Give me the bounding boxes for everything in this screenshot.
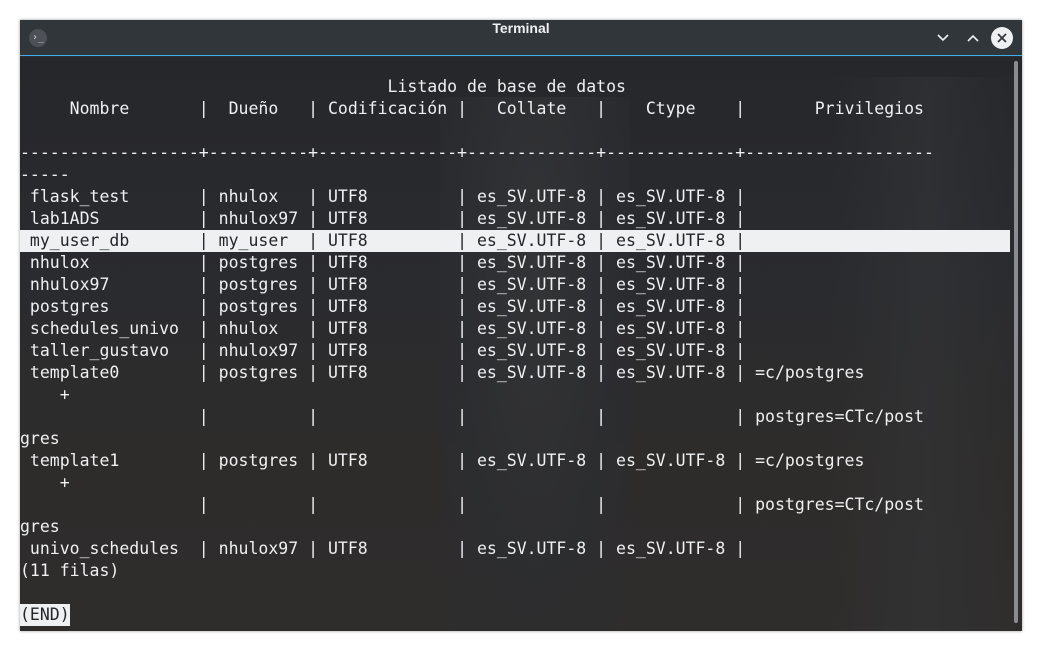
terminal-line: +	[20, 385, 70, 404]
terminal-line-highlighted: my_user_db | my_user | UTF8 | es_SV.UTF-…	[20, 230, 1012, 252]
terminal-line: template0 | postgres | UTF8 | es_SV.UTF-…	[20, 363, 865, 382]
terminal-line: univo_schedules | nhulox97 | UTF8 | es_S…	[20, 539, 746, 558]
pager-end-marker: (END)	[20, 604, 70, 626]
terminal-line: | | | | | postgres=CTc/post	[20, 407, 924, 426]
terminal-line: flask_test | nhulox | UTF8 | es_SV.UTF-8…	[20, 187, 746, 206]
terminal-line: gres	[20, 429, 60, 448]
terminal-line: ------------------+----------+----------…	[20, 143, 934, 162]
terminal-line: Nombre | Dueño | Codificación | Collate …	[20, 99, 924, 118]
terminal-output[interactable]: Listado de base de datos Nombre | Dueño …	[20, 76, 1012, 626]
terminal-line: lab1ADS | nhulox97 | UTF8 | es_SV.UTF-8 …	[20, 209, 746, 228]
maximize-icon[interactable]	[961, 26, 985, 50]
terminal-line: | | | | | postgres=CTc/post	[20, 495, 924, 514]
close-icon[interactable]	[991, 27, 1013, 49]
terminal-line: +	[20, 473, 70, 492]
terminal-line: schedules_univo | nhulox | UTF8 | es_SV.…	[20, 319, 746, 338]
terminal-line: template1 | postgres | UTF8 | es_SV.UTF-…	[20, 451, 865, 470]
title-bar[interactable]: ›_ Terminal	[20, 20, 1022, 56]
minimize-icon[interactable]	[931, 26, 955, 50]
scrollbar[interactable]	[1014, 61, 1018, 623]
terminal-line: Listado de base de datos	[20, 77, 626, 96]
terminal-line: -----	[20, 165, 70, 184]
pager-end-line: (END)	[20, 604, 1012, 626]
terminal-line: (11 filas)	[20, 561, 120, 580]
window-title: Terminal	[492, 20, 550, 36]
terminal-window: ›_ Terminal Listado de base de datos Nom…	[20, 20, 1022, 631]
terminal-content[interactable]: Listado de base de datos Nombre | Dueño …	[20, 57, 1022, 631]
terminal-line: nhulox | postgres | UTF8 | es_SV.UTF-8 |…	[20, 253, 746, 272]
terminal-line: nhulox97 | postgres | UTF8 | es_SV.UTF-8…	[20, 275, 746, 294]
terminal-line: gres	[20, 517, 60, 536]
terminal-line: postgres | postgres | UTF8 | es_SV.UTF-8…	[20, 297, 746, 316]
terminal-line: taller_gustavo | nhulox97 | UTF8 | es_SV…	[20, 341, 746, 360]
